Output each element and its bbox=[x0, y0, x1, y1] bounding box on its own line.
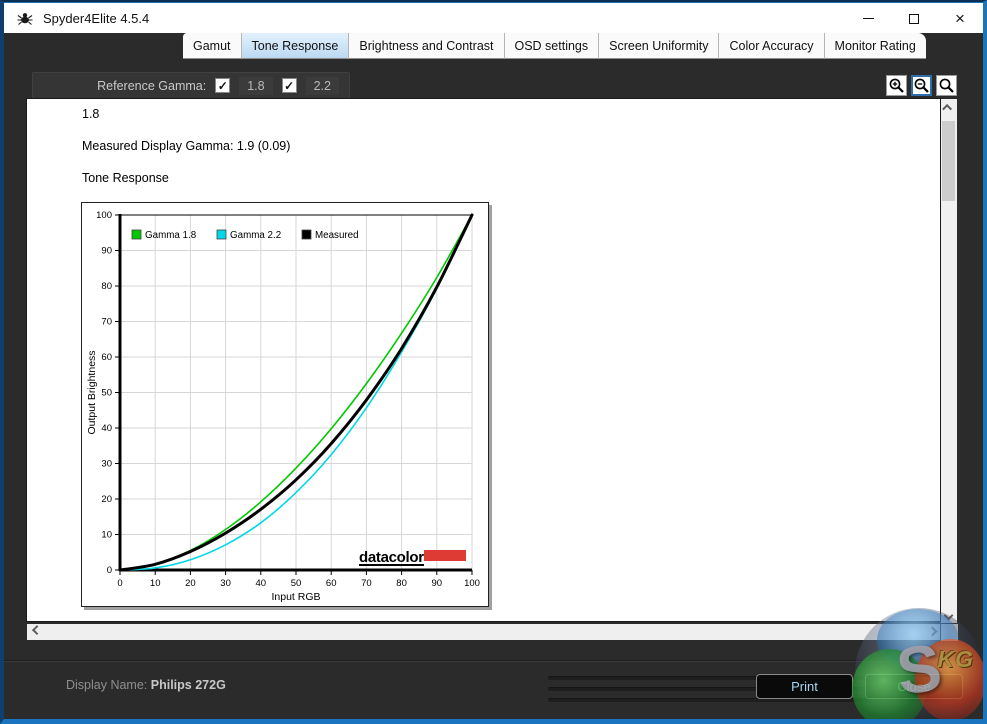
app-window: Spyder4Elite 4.5.4 × Gamut Tone Response… bbox=[0, 0, 987, 724]
reference-gamma-toolbar: Reference Gamma: ✓ 1.8 ✓ 2.2 bbox=[32, 72, 350, 99]
svg-text:90: 90 bbox=[432, 578, 443, 589]
scroll-left-button[interactable] bbox=[27, 624, 43, 639]
title-bar: Spyder4Elite 4.5.4 × bbox=[4, 2, 983, 33]
tab-monitor-rating[interactable]: Monitor Rating bbox=[824, 33, 926, 59]
reference-gamma-18-label: 1.8 bbox=[239, 76, 273, 95]
svg-text:20: 20 bbox=[185, 578, 196, 589]
chevron-right-icon bbox=[927, 626, 937, 637]
close-button[interactable]: Close bbox=[865, 674, 963, 699]
svg-text:0: 0 bbox=[117, 578, 122, 589]
check-icon: ✓ bbox=[217, 78, 228, 93]
tab-osd-settings[interactable]: OSD settings bbox=[504, 33, 600, 59]
zoom-in-icon bbox=[889, 78, 904, 93]
svg-text:Measured: Measured bbox=[315, 230, 359, 241]
vertical-scrollbar[interactable] bbox=[941, 98, 958, 624]
svg-text:10: 10 bbox=[101, 530, 112, 541]
svg-text:20: 20 bbox=[101, 494, 112, 505]
measured-gamma-text: Measured Display Gamma: 1.9 (0.09) bbox=[82, 139, 291, 153]
scroll-up-button[interactable] bbox=[941, 99, 956, 115]
window-controls: × bbox=[845, 3, 983, 34]
zoom-button-group bbox=[886, 75, 957, 96]
svg-text:80: 80 bbox=[101, 281, 112, 292]
zoom-in-button[interactable] bbox=[886, 75, 907, 96]
tab-label: OSD settings bbox=[514, 38, 589, 53]
report-page: 1.8 Measured Display Gamma: 1.9 (0.09) T… bbox=[26, 98, 941, 622]
svg-text:50: 50 bbox=[101, 388, 112, 399]
zoom-out-icon bbox=[914, 78, 929, 93]
tab-brightness-contrast[interactable]: Brightness and Contrast bbox=[349, 33, 505, 59]
zoom-out-button[interactable] bbox=[911, 75, 932, 96]
tab-label: Brightness and Contrast bbox=[359, 38, 494, 53]
svg-text:0: 0 bbox=[107, 565, 112, 576]
tab-label: Tone Response bbox=[251, 38, 339, 53]
svg-text:60: 60 bbox=[326, 578, 337, 589]
display-name-label: Display Name: bbox=[66, 678, 148, 692]
svg-text:30: 30 bbox=[220, 578, 231, 589]
spyder-app-icon bbox=[17, 13, 33, 25]
window-title: Spyder4Elite 4.5.4 bbox=[43, 10, 150, 26]
tone-response-chart: datacolor 0 10 20 30 40 50 60 70 80 90 100 0 10 20 30 40… bbox=[86, 210, 480, 603]
tab-label: Color Accuracy bbox=[729, 38, 814, 53]
display-name: Display Name: Philips 272G bbox=[66, 678, 226, 692]
chevron-up-icon bbox=[942, 103, 953, 114]
svg-text:40: 40 bbox=[101, 423, 112, 434]
chart-box: datacolor 0 10 20 30 40 50 60 70 80 90 100 0 10 20 30 40… bbox=[81, 202, 489, 607]
vertical-scroll-thumb[interactable] bbox=[942, 121, 955, 201]
tab-screen-uniformity[interactable]: Screen Uniformity bbox=[599, 33, 720, 59]
section-title: Tone Response bbox=[82, 171, 169, 185]
minimize-button[interactable] bbox=[845, 3, 891, 34]
svg-text:100: 100 bbox=[96, 210, 112, 221]
svg-text:70: 70 bbox=[101, 317, 112, 328]
tab-gamut[interactable]: Gamut bbox=[183, 33, 242, 59]
svg-text:100: 100 bbox=[464, 578, 480, 589]
scroll-down-button[interactable] bbox=[941, 607, 956, 623]
tab-bar: Gamut Tone Response Brightness and Contr… bbox=[183, 33, 926, 59]
zoom-reset-icon bbox=[939, 78, 954, 93]
tab-label: Screen Uniformity bbox=[609, 38, 709, 53]
svg-text:Gamma 1.8: Gamma 1.8 bbox=[145, 230, 197, 241]
reference-gamma-22-label: 2.2 bbox=[305, 76, 339, 95]
maximize-icon bbox=[909, 13, 919, 24]
zoom-reset-button[interactable] bbox=[936, 75, 957, 96]
reference-gamma-18-checkbox[interactable]: ✓ bbox=[215, 78, 231, 93]
svg-text:60: 60 bbox=[101, 352, 112, 363]
display-name-value: Philips 272G bbox=[150, 678, 226, 692]
reference-gamma-22-checkbox[interactable]: ✓ bbox=[281, 78, 297, 93]
print-button[interactable]: Print bbox=[756, 674, 853, 699]
tab-label: Gamut bbox=[193, 38, 231, 53]
svg-text:80: 80 bbox=[396, 578, 407, 589]
svg-text:70: 70 bbox=[361, 578, 372, 589]
svg-text:Gamma 2.2: Gamma 2.2 bbox=[230, 230, 281, 241]
scroll-right-button[interactable] bbox=[924, 624, 940, 639]
maximize-button[interactable] bbox=[891, 3, 937, 34]
svg-text:30: 30 bbox=[101, 459, 112, 470]
minimize-icon bbox=[862, 18, 874, 19]
reference-gamma-label: Reference Gamma: bbox=[97, 78, 207, 93]
chevron-down-icon bbox=[943, 610, 954, 620]
svg-text:Input RGB: Input RGB bbox=[271, 591, 320, 603]
footer-divider bbox=[4, 660, 983, 662]
tab-tone-response[interactable]: Tone Response bbox=[241, 33, 350, 59]
close-icon: × bbox=[955, 9, 965, 28]
svg-text:50: 50 bbox=[291, 578, 302, 589]
horizontal-scrollbar[interactable] bbox=[26, 624, 941, 641]
svg-text:90: 90 bbox=[101, 246, 112, 257]
chevron-left-icon bbox=[31, 625, 42, 636]
close-window-button[interactable]: × bbox=[937, 3, 983, 34]
gamma-heading: 1.8 bbox=[82, 107, 100, 121]
svg-text:40: 40 bbox=[256, 578, 267, 589]
svg-text:Output Brightness: Output Brightness bbox=[86, 350, 98, 434]
tab-label: Monitor Rating bbox=[834, 38, 916, 53]
tab-color-accuracy[interactable]: Color Accuracy bbox=[719, 33, 825, 59]
svg-text:datacolor: datacolor bbox=[359, 549, 424, 566]
svg-text:10: 10 bbox=[150, 578, 161, 589]
check-icon: ✓ bbox=[284, 78, 295, 93]
scrollbar-corner bbox=[941, 624, 958, 641]
